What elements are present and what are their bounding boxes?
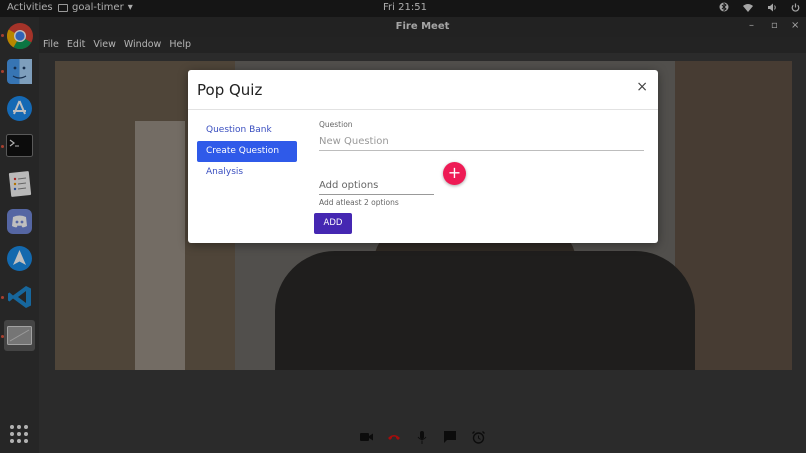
nav-create-question[interactable]: Create Question [197, 141, 297, 162]
add-question-button[interactable]: ADD [314, 213, 352, 234]
plus-icon: + [447, 163, 462, 182]
add-option-button[interactable]: + [443, 162, 466, 185]
pop-quiz-dialog: Pop Quiz × Question Bank Create Question… [188, 70, 658, 243]
nav-question-bank[interactable]: Question Bank [197, 120, 297, 141]
question-input[interactable]: New Question [319, 133, 644, 151]
close-icon[interactable]: × [636, 79, 648, 95]
question-label: Question [319, 120, 353, 129]
dialog-title: Pop Quiz [197, 81, 263, 99]
options-input[interactable]: Add options [319, 177, 434, 195]
nav-analysis[interactable]: Analysis [197, 162, 297, 183]
create-question-form: Question New Question Add options Add at… [314, 120, 649, 234]
quiz-nav: Question Bank Create Question Analysis [197, 120, 297, 183]
dialog-divider [188, 109, 658, 110]
options-hint: Add atleast 2 options [319, 198, 399, 207]
